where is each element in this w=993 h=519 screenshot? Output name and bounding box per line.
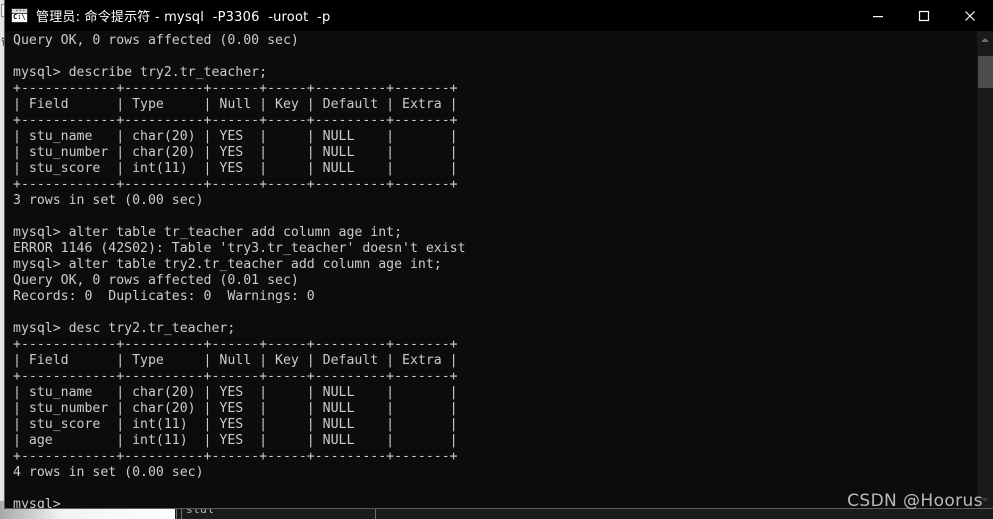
maximize-button[interactable] bbox=[901, 0, 947, 31]
window-controls bbox=[855, 0, 993, 31]
title-bar[interactable]: ••• C:\ 管理员: 命令提示符 - mysql -P3306 -uroot… bbox=[5, 0, 993, 31]
scrollbar-down-arrow-button[interactable] bbox=[977, 491, 993, 508]
close-icon bbox=[965, 10, 975, 21]
terminal-output[interactable]: Query OK, 0 rows affected (0.00 sec) mys… bbox=[5, 31, 976, 508]
console-scrollbar[interactable] bbox=[976, 31, 993, 508]
scrollbar-up-arrow-button[interactable] bbox=[977, 31, 993, 48]
maximize-icon bbox=[918, 10, 930, 21]
chevron-up-icon bbox=[981, 37, 989, 42]
console-icon: ••• C:\ bbox=[11, 8, 28, 23]
console-window: ••• C:\ 管理员: 命令提示符 - mysql -P3306 -uroot… bbox=[5, 0, 993, 508]
minimize-button[interactable] bbox=[855, 0, 901, 31]
window-title: 管理员: 命令提示符 - mysql -P3306 -uroot -p bbox=[36, 10, 331, 25]
scrollbar-thumb[interactable] bbox=[978, 56, 993, 88]
close-button[interactable] bbox=[947, 0, 993, 31]
terminal-area: Query OK, 0 rows affected (0.00 sec) mys… bbox=[5, 31, 993, 508]
console-icon-prompt-text: C:\ bbox=[13, 13, 26, 21]
minimize-icon bbox=[873, 15, 883, 17]
chevron-down-icon bbox=[981, 497, 989, 502]
